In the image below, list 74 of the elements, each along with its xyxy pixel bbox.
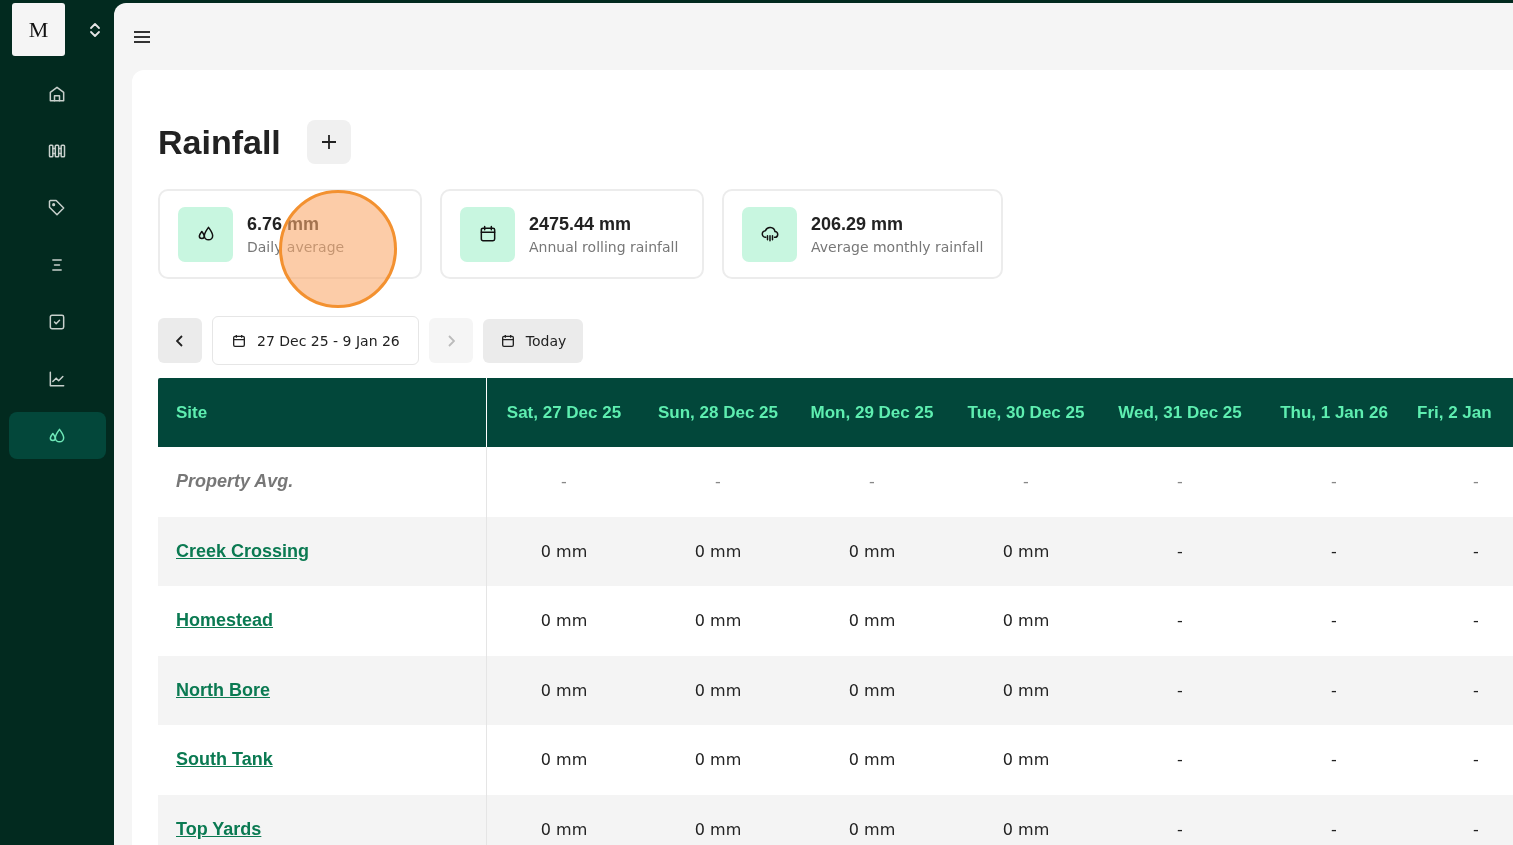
table-cell: - xyxy=(1177,611,1183,631)
menu-icon[interactable] xyxy=(134,29,150,44)
table-cell: - xyxy=(1331,819,1337,839)
table-cell: - xyxy=(1177,750,1183,770)
table-cell: 0 mm xyxy=(848,750,896,770)
stat-value: 206.29 mm xyxy=(811,213,905,235)
table-cell: - xyxy=(1473,680,1479,700)
summary-label: Property Avg. xyxy=(176,471,294,493)
table-cell: 0 mm xyxy=(848,680,896,700)
table-cell: - xyxy=(1331,611,1337,631)
today-button[interactable]: Today xyxy=(482,318,584,363)
table-cell: - xyxy=(561,472,567,492)
table-cell: 0 mm xyxy=(1002,750,1050,770)
cloud-rain-icon xyxy=(759,224,780,244)
table-cell: - xyxy=(1331,541,1337,561)
table-cell: - xyxy=(1473,819,1479,839)
table-cell: - xyxy=(1473,611,1479,631)
table-cell: - xyxy=(1473,750,1479,770)
table-cell: 0 mm xyxy=(540,680,588,700)
table-cell: - xyxy=(1177,680,1183,700)
stat-value: 2475.44 mm xyxy=(529,213,633,235)
add-button[interactable] xyxy=(306,120,351,164)
table-cell: - xyxy=(1331,680,1337,700)
calendar-icon xyxy=(499,332,516,349)
table-cell: 0 mm xyxy=(1002,680,1050,700)
table-cell: 0 mm xyxy=(848,819,896,839)
column-header: Sun, 28 Dec 25 xyxy=(657,401,779,424)
table-cell: 0 mm xyxy=(540,750,588,770)
chevron-updown-icon[interactable] xyxy=(89,21,101,38)
calendar-icon xyxy=(231,332,247,349)
table-cell: - xyxy=(1473,541,1479,561)
table-cell: 0 mm xyxy=(694,750,742,770)
table-cell: - xyxy=(1023,472,1029,492)
column-header: Wed, 31 Dec 25 xyxy=(1117,401,1243,424)
logo[interactable]: M xyxy=(12,3,65,56)
chevron-right-icon xyxy=(446,334,455,347)
page-title: Rainfall xyxy=(158,122,281,162)
plus-icon xyxy=(321,135,336,149)
table-cell: - xyxy=(1331,472,1337,492)
chevron-left-icon xyxy=(176,334,184,347)
table-cell: - xyxy=(715,472,721,492)
site-link[interactable]: South Tank xyxy=(176,749,273,771)
column-header: Fri, 2 Jan xyxy=(1416,401,1493,424)
table-cell: - xyxy=(1177,819,1183,839)
column-header: Mon, 29 Dec 25 xyxy=(809,401,935,424)
table-cell: 0 mm xyxy=(1002,541,1050,561)
table-cell: - xyxy=(1473,472,1479,492)
table-cell: - xyxy=(869,472,875,492)
site-link[interactable]: Creek Crossing xyxy=(176,540,310,562)
table-cell: 0 mm xyxy=(1002,819,1050,839)
site-link[interactable]: Top Yards xyxy=(176,818,262,840)
table-cell: 0 mm xyxy=(848,611,896,631)
stat-value: 6.76 mm xyxy=(247,213,321,235)
tag-icon xyxy=(47,197,67,218)
table-cell: 0 mm xyxy=(1002,611,1050,631)
table-cell: 0 mm xyxy=(540,819,588,839)
table-cell: 0 mm xyxy=(694,541,742,561)
table-cell: 0 mm xyxy=(540,541,588,561)
table-cell: 0 mm xyxy=(540,611,588,631)
table-cell: - xyxy=(1331,750,1337,770)
table-cell: 0 mm xyxy=(694,680,742,700)
table-cell: - xyxy=(1177,472,1183,492)
column-header: Sat, 27 Dec 25 xyxy=(505,401,623,424)
column-header: Thu, 1 Jan 26 xyxy=(1279,401,1389,424)
table-cell: 0 mm xyxy=(694,819,742,839)
date-range-button[interactable]: 27 Dec 25 - 9 Jan 26 xyxy=(212,316,419,365)
site-link[interactable]: North Bore xyxy=(176,679,270,701)
table-cell: 0 mm xyxy=(848,541,896,561)
site-link[interactable]: Homestead xyxy=(176,610,274,632)
column-header: Tue, 30 Dec 25 xyxy=(966,401,1086,424)
table-cell: 0 mm xyxy=(694,611,742,631)
table-cell: - xyxy=(1177,541,1183,561)
stat-label: Average monthly rainfall xyxy=(811,238,984,255)
stat-label: Annual rolling rainfall xyxy=(529,238,679,255)
